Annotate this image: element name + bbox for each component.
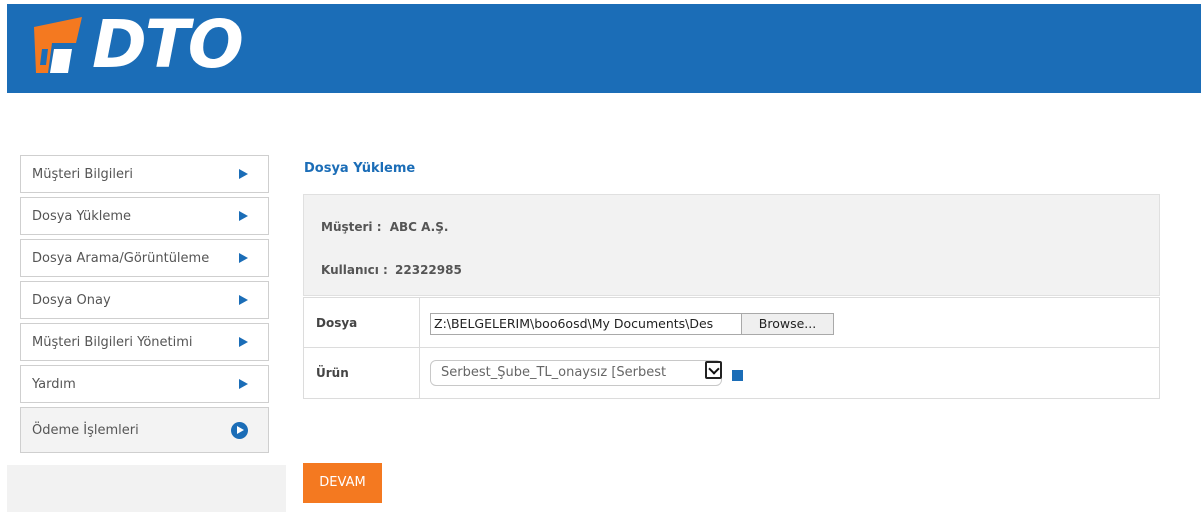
file-label: Dosya [316,316,358,330]
sidebar-item-dosya-yukleme[interactable]: Dosya Yükleme [20,197,269,235]
sidebar-item-label: Müşteri Bilgileri Yönetimi [32,334,193,350]
triangle-right-icon [239,295,248,305]
sidebar-item-label: Ödeme İşlemleri [32,422,139,438]
triangle-right-icon [239,337,248,347]
chevron-down-icon[interactable] [705,361,722,379]
sidebar-item-musteri-bilgileri[interactable]: Müşteri Bilgileri [20,155,269,193]
sidebar-item-label: Dosya Yükleme [32,208,132,224]
user-info: Kullanıcı : 22322985 [321,263,462,277]
product-label: Ürün [316,366,349,380]
logo-mark-icon [34,17,82,73]
file-path-input[interactable]: Z:\BELGELERIM\boo6osd\My Documents\Des [430,313,742,335]
sidebar-item-label: Dosya Arama/Görüntüleme [32,250,210,266]
devam-button[interactable]: DEVAM [303,463,382,503]
user-label: Kullanıcı : [321,263,388,277]
sidebar-footer [7,465,286,512]
browse-button[interactable]: Browse... [741,313,834,335]
logo-text: DTO [92,6,244,83]
product-row: Ürün Serbest_Şube_TL_onaysız [Serbest [304,348,1159,398]
user-value: 22322985 [395,263,462,277]
page-title: Dosya Yükleme [304,161,416,176]
sidebar-item-label: Müşteri Bilgileri [32,166,133,182]
sidebar-item-odeme-islemleri[interactable]: Ödeme İşlemleri [20,407,269,453]
customer-label: Müşteri : [321,220,382,234]
header-bar: DTO [7,4,1201,93]
upload-form: Dosya Z:\BELGELERIM\boo6osd\My Documents… [303,297,1160,399]
sidebar-item-dosya-onay[interactable]: Dosya Onay [20,281,269,319]
info-panel: Müşteri : ABC A.Ş. Kullanıcı : 22322985 [303,194,1160,296]
triangle-right-icon [239,253,248,263]
triangle-right-icon [239,379,248,389]
sidebar-menu: Müşteri Bilgileri Dosya Yükleme Dosya Ar… [20,155,269,457]
sidebar-item-label: Dosya Onay [32,292,111,308]
customer-info: Müşteri : ABC A.Ş. [321,220,448,234]
sidebar-item-label: Yardım [32,376,76,392]
circle-play-icon [231,421,248,439]
product-select[interactable]: Serbest_Şube_TL_onaysız [Serbest [430,360,722,386]
triangle-right-icon [239,211,248,221]
file-row: Dosya Z:\BELGELERIM\boo6osd\My Documents… [304,298,1159,348]
help-icon[interactable] [732,370,743,381]
sidebar-item-musteri-yonetimi[interactable]: Müşteri Bilgileri Yönetimi [20,323,269,361]
logo[interactable]: DTO [30,6,244,83]
triangle-right-icon [239,169,248,179]
customer-value: ABC A.Ş. [389,220,449,234]
sidebar-item-dosya-arama[interactable]: Dosya Arama/Görüntüleme [20,239,269,277]
sidebar-item-yardim[interactable]: Yardım [20,365,269,403]
